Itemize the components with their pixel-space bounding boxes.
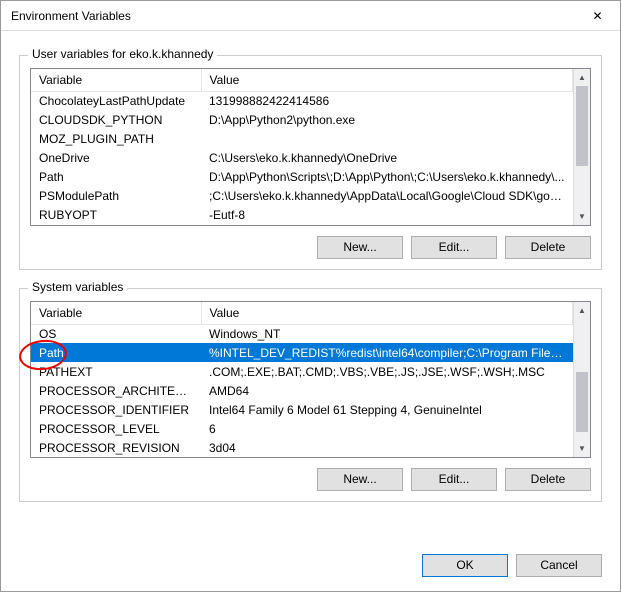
- user-variables-group: User variables for eko.k.khannedy Variab…: [19, 55, 602, 270]
- cell-value: %INTEL_DEV_REDIST%redist\intel64\compile…: [201, 343, 573, 362]
- cell-variable: PROCESSOR_LEVEL: [31, 419, 201, 438]
- close-button[interactable]: ✕: [575, 1, 620, 31]
- system-edit-button[interactable]: Edit...: [411, 468, 497, 491]
- cell-value: AMD64: [201, 381, 573, 400]
- cell-value: 3d04: [201, 438, 573, 457]
- cell-value: C:\Users\eko.k.khannedy\OneDrive: [201, 149, 573, 168]
- table-row[interactable]: ChocolateyLastPathUpdate1319988824224145…: [31, 92, 573, 111]
- cell-variable: PROCESSOR_ARCHITECTURE: [31, 381, 201, 400]
- environment-variables-dialog: Environment Variables ✕ User variables f…: [0, 0, 621, 592]
- system-variables-table[interactable]: Variable Value OSWindows_NTPath%INTEL_DE…: [31, 302, 573, 458]
- column-header-value[interactable]: Value: [201, 302, 573, 325]
- cell-value: .COM;.EXE;.BAT;.CMD;.VBS;.VBE;.JS;.JSE;.…: [201, 362, 573, 381]
- cell-variable: PSModulePath: [31, 187, 201, 206]
- cell-value: D:\App\Python2\python.exe: [201, 111, 573, 130]
- cancel-button[interactable]: Cancel: [516, 554, 602, 577]
- table-row[interactable]: PROCESSOR_ARCHITECTUREAMD64: [31, 381, 573, 400]
- system-new-button[interactable]: New...: [317, 468, 403, 491]
- system-variables-group: System variables Variable Value OSWindow…: [19, 288, 602, 503]
- table-row[interactable]: PATHEXT.COM;.EXE;.BAT;.CMD;.VBS;.VBE;.JS…: [31, 362, 573, 381]
- table-row[interactable]: Path%INTEL_DEV_REDIST%redist\intel64\com…: [31, 343, 573, 362]
- table-row[interactable]: PathD:\App\Python\Scripts\;D:\App\Python…: [31, 168, 573, 187]
- user-variables-table[interactable]: Variable Value ChocolateyLastPathUpdate1…: [31, 69, 573, 225]
- column-header-variable[interactable]: Variable: [31, 302, 201, 325]
- table-header-row: Variable Value: [31, 302, 573, 325]
- user-variables-table-wrap: Variable Value ChocolateyLastPathUpdate1…: [30, 68, 591, 226]
- cell-variable: Path: [31, 168, 201, 187]
- titlebar: Environment Variables ✕: [1, 1, 620, 31]
- cell-variable: ChocolateyLastPathUpdate: [31, 92, 201, 111]
- cell-value: [201, 130, 573, 149]
- cell-value: -Eutf-8: [201, 206, 573, 225]
- ok-button[interactable]: OK: [422, 554, 508, 577]
- cell-variable: RUBYOPT: [31, 206, 201, 225]
- scroll-thumb[interactable]: [576, 372, 588, 432]
- scroll-down-icon[interactable]: ▼: [574, 208, 590, 225]
- cell-variable: OneDrive: [31, 149, 201, 168]
- cell-variable: MOZ_PLUGIN_PATH: [31, 130, 201, 149]
- table-row[interactable]: PROCESSOR_REVISION3d04: [31, 438, 573, 457]
- user-edit-button[interactable]: Edit...: [411, 236, 497, 259]
- cell-value: 131998882422414586: [201, 92, 573, 111]
- user-button-row: New... Edit... Delete: [30, 236, 591, 259]
- close-icon: ✕: [592, 9, 602, 23]
- system-variables-table-wrap: Variable Value OSWindows_NTPath%INTEL_DE…: [30, 301, 591, 459]
- user-new-button[interactable]: New...: [317, 236, 403, 259]
- cell-variable: PROCESSOR_REVISION: [31, 438, 201, 457]
- window-title: Environment Variables: [11, 9, 131, 23]
- system-button-row: New... Edit... Delete: [30, 468, 591, 491]
- scroll-up-icon[interactable]: ▲: [574, 69, 590, 86]
- table-row[interactable]: PROCESSOR_IDENTIFIERIntel64 Family 6 Mod…: [31, 400, 573, 419]
- dialog-footer: OK Cancel: [1, 548, 620, 591]
- dialog-body: User variables for eko.k.khannedy Variab…: [1, 31, 620, 548]
- cell-value: 6: [201, 419, 573, 438]
- cell-variable: Path: [31, 343, 201, 362]
- cell-variable: OS: [31, 324, 201, 343]
- cell-value: D:\App\Python\Scripts\;D:\App\Python\;C:…: [201, 168, 573, 187]
- user-variables-label: User variables for eko.k.khannedy: [28, 47, 217, 61]
- cell-variable: PATHEXT: [31, 362, 201, 381]
- cell-value: Intel64 Family 6 Model 61 Stepping 4, Ge…: [201, 400, 573, 419]
- column-header-variable[interactable]: Variable: [31, 69, 201, 92]
- column-header-value[interactable]: Value: [201, 69, 573, 92]
- table-row[interactable]: PSModulePath;C:\Users\eko.k.khannedy\App…: [31, 187, 573, 206]
- system-scrollbar[interactable]: ▲ ▼: [573, 302, 590, 458]
- table-row[interactable]: RUBYOPT-Eutf-8: [31, 206, 573, 225]
- scroll-up-icon[interactable]: ▲: [574, 302, 590, 319]
- cell-value: Windows_NT: [201, 324, 573, 343]
- table-row[interactable]: PROCESSOR_LEVEL6: [31, 419, 573, 438]
- system-delete-button[interactable]: Delete: [505, 468, 591, 491]
- table-header-row: Variable Value: [31, 69, 573, 92]
- table-row[interactable]: OneDriveC:\Users\eko.k.khannedy\OneDrive: [31, 149, 573, 168]
- cell-variable: CLOUDSDK_PYTHON: [31, 111, 201, 130]
- scroll-down-icon[interactable]: ▼: [574, 440, 590, 457]
- scroll-thumb[interactable]: [576, 86, 588, 166]
- system-variables-label: System variables: [28, 280, 127, 294]
- cell-variable: PROCESSOR_IDENTIFIER: [31, 400, 201, 419]
- table-row[interactable]: CLOUDSDK_PYTHOND:\App\Python2\python.exe: [31, 111, 573, 130]
- table-row[interactable]: MOZ_PLUGIN_PATH: [31, 130, 573, 149]
- table-row[interactable]: OSWindows_NT: [31, 324, 573, 343]
- user-scrollbar[interactable]: ▲ ▼: [573, 69, 590, 225]
- cell-value: ;C:\Users\eko.k.khannedy\AppData\Local\G…: [201, 187, 573, 206]
- user-delete-button[interactable]: Delete: [505, 236, 591, 259]
